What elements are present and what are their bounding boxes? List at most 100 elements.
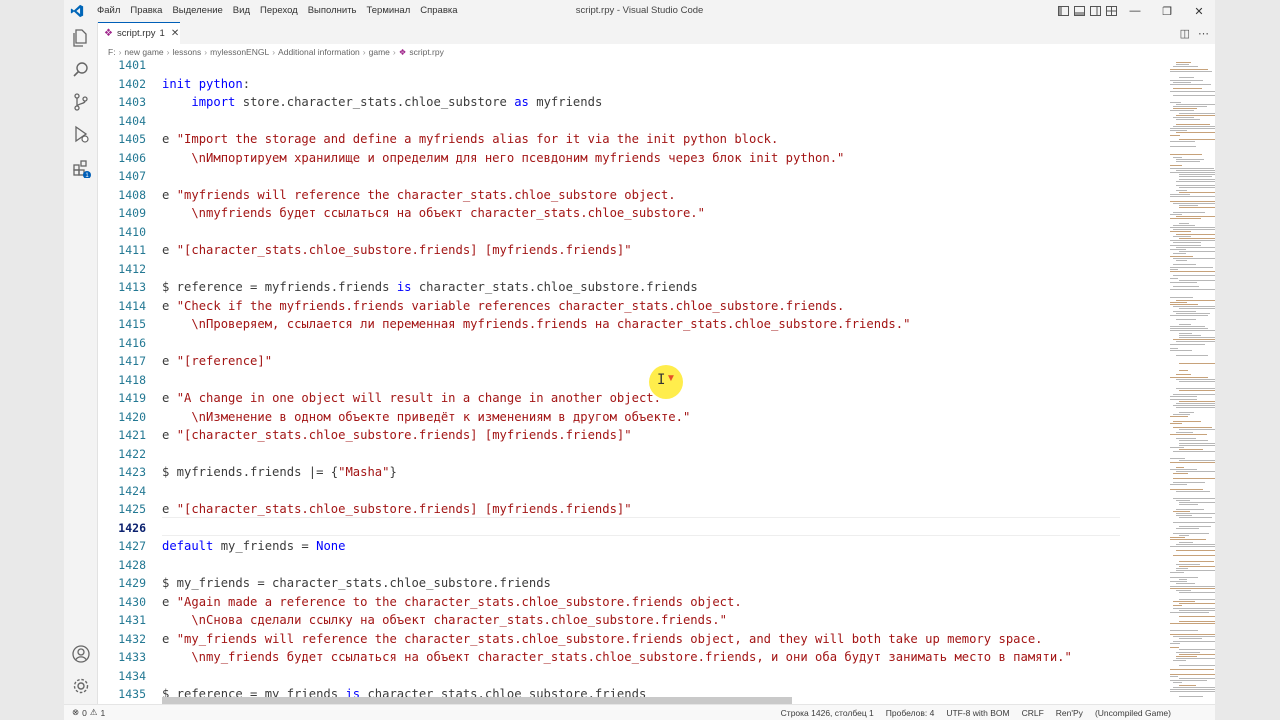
minimap-line (1170, 101, 1181, 103)
minimap-line (1179, 381, 1215, 382)
minimap-line (1176, 189, 1188, 191)
minimap-line (1170, 282, 1197, 283)
account-icon[interactable] (71, 644, 91, 664)
problems-indicator[interactable]: ⊗ 0 ⚠ 1 (72, 707, 105, 718)
minimap-line (1173, 660, 1187, 662)
minimap-line (1179, 678, 1215, 679)
text-cursor-icon: I (657, 372, 666, 388)
code-line[interactable]: \nmy_friends будет ссылаться на объект c… (162, 648, 1072, 667)
minimap-line (1170, 422, 1183, 424)
minimap-line (1179, 444, 1215, 446)
code-editor[interactable]: 1401 1402 1403 1404 1405 1406 1407 1408 1409 1410… (98, 60, 1215, 704)
tab-problem-count: 1 (159, 28, 165, 39)
code-line[interactable]: default my_friends = None (162, 537, 345, 556)
code-line[interactable]: e "[character_stats.chloe_substore.frien… (162, 500, 632, 519)
close-window-button[interactable]: ✕ (1183, 0, 1215, 22)
source-control-icon[interactable] (71, 92, 91, 112)
file-encoding[interactable]: UTF-8 with BOM (946, 708, 1009, 718)
minimap-line (1176, 387, 1215, 389)
minimap-line (1176, 169, 1215, 171)
minimap-line (1176, 403, 1215, 404)
indentation[interactable]: Пробелов: 4 (886, 708, 935, 718)
minimap-line (1170, 458, 1186, 459)
code-line[interactable]: init python: (162, 75, 250, 94)
breadcrumb-item-new-game[interactable]: new game (124, 47, 163, 57)
run-debug-icon[interactable] (71, 124, 91, 144)
more-actions-icon[interactable]: ⋯ (1198, 27, 1209, 40)
customize-layout-icon[interactable] (1103, 0, 1119, 22)
close-tab-icon[interactable]: ✕ (171, 28, 179, 39)
minimap-line (1173, 229, 1215, 231)
code-line[interactable]: e "[reference]" (162, 352, 272, 371)
minimap-line (1170, 326, 1206, 327)
code-line[interactable]: e "Again made a reference to the charact… (162, 593, 742, 612)
minimize-button[interactable]: — (1119, 0, 1151, 22)
minimap-line (1173, 242, 1202, 244)
tab-script-rpy[interactable]: ❖ script.rpy 1 ✕ (98, 22, 180, 44)
minimap-line (1170, 231, 1191, 233)
line-number: 1409 (118, 206, 146, 220)
minimap-line (1170, 330, 1215, 332)
status-bar: ⊗ 0 ⚠ 1 Строка 1426, столбец 1 Пробелов:… (64, 704, 1215, 720)
vscode-window: Файл Правка Выделение Вид Переход Выполн… (64, 0, 1215, 720)
line-number: 1407 (118, 169, 146, 183)
toggle-primary-sidebar-icon[interactable] (1055, 0, 1071, 22)
breadcrumb-item-game[interactable]: game (369, 47, 390, 57)
breadcrumb-item-lessons[interactable]: lessons (172, 47, 201, 57)
minimap-line (1176, 123, 1211, 125)
minimap-line (1176, 570, 1215, 572)
minimap-line (1176, 438, 1196, 440)
breadcrumb-item-script-rpy[interactable]: script.rpy (409, 47, 443, 57)
code-line[interactable]: e "[character_stats.chloe_substore.frien… (162, 426, 632, 445)
line-number: 1412 (118, 261, 146, 276)
horizontal-scrollbar[interactable] (162, 697, 792, 704)
code-line[interactable]: e "my_friends will reference the charact… (162, 630, 1043, 649)
breadcrumb-item-mylessonengl[interactable]: mylessonENGL (210, 47, 269, 57)
code-line[interactable]: e "Check if the myfriends.friends variab… (162, 297, 844, 316)
minimap-line (1170, 572, 1185, 574)
line-number: 1418 (118, 372, 146, 387)
line-number: 1425 (118, 502, 146, 516)
minimap-line (1176, 590, 1191, 591)
toggle-panel-icon[interactable] (1071, 0, 1087, 22)
code-line[interactable]: e "Import the storage and define a myfri… (162, 130, 778, 149)
minimap-line (1176, 508, 1205, 510)
code-line[interactable]: $ reference = myfriends.friends is chara… (162, 278, 698, 297)
code-line[interactable]: \nСнова сделали ссылку на объект charact… (162, 611, 727, 630)
cursor-position[interactable]: Строка 1426, столбец 1 (781, 708, 874, 718)
code-line[interactable]: $ myfriends.friends |= {"Masha"} (162, 463, 397, 482)
extensions-icon[interactable]: 1 (71, 158, 91, 178)
minimap-line (1173, 156, 1182, 158)
minimap-line (1173, 405, 1215, 407)
code-line[interactable]: e "[character_stats.chloe_substore.frien… (162, 241, 632, 260)
code-line[interactable]: \nИмпортируем хранилище и определим для … (162, 149, 844, 168)
split-editor-icon[interactable]: ◫ (1180, 27, 1190, 40)
end-of-line[interactable]: CRLF (1022, 708, 1044, 718)
code-line[interactable]: \nИзменение в одном объекте приведёт к и… (162, 408, 690, 427)
code-line[interactable]: e "A change in one object will result in… (162, 389, 661, 408)
minimap-line (1173, 521, 1215, 523)
toggle-secondary-sidebar-icon[interactable] (1087, 0, 1103, 22)
line-number: 1428 (118, 557, 146, 572)
minimap-line (1173, 257, 1215, 259)
minimap-line (1179, 337, 1215, 338)
code-line[interactable]: \nПроверяем, ссылается ли переменная myf… (162, 315, 910, 334)
minimap-line (1176, 103, 1215, 105)
breadcrumb-item-drive[interactable]: F: (108, 47, 116, 57)
minimap-line (1176, 62, 1191, 63)
code-line[interactable]: $ my_friends = character_stats.chloe_sub… (162, 574, 551, 593)
language-mode[interactable]: Ren'Py (1056, 708, 1083, 718)
breadcrumb-item-additional-information[interactable]: Additional information (278, 47, 360, 57)
renpy-status[interactable]: (Uncompiled Game) (1095, 708, 1171, 718)
code-line[interactable]: e "myfriends will reference the characte… (162, 186, 676, 205)
minimap-line (1173, 339, 1215, 341)
settings-gear-icon[interactable] (71, 676, 91, 696)
search-icon[interactable] (71, 60, 91, 80)
minimap[interactable] (1168, 60, 1215, 704)
code-area[interactable]: init python: import store.character_stat… (162, 60, 1215, 704)
code-line[interactable]: import store.character_stats.chloe_subst… (162, 93, 602, 112)
code-line[interactable]: \nmyfriends будет ссылаться на объект ch… (162, 204, 705, 223)
minimap-line (1170, 539, 1207, 541)
explorer-icon[interactable] (71, 28, 91, 48)
restore-button[interactable]: ❐ (1151, 0, 1183, 22)
